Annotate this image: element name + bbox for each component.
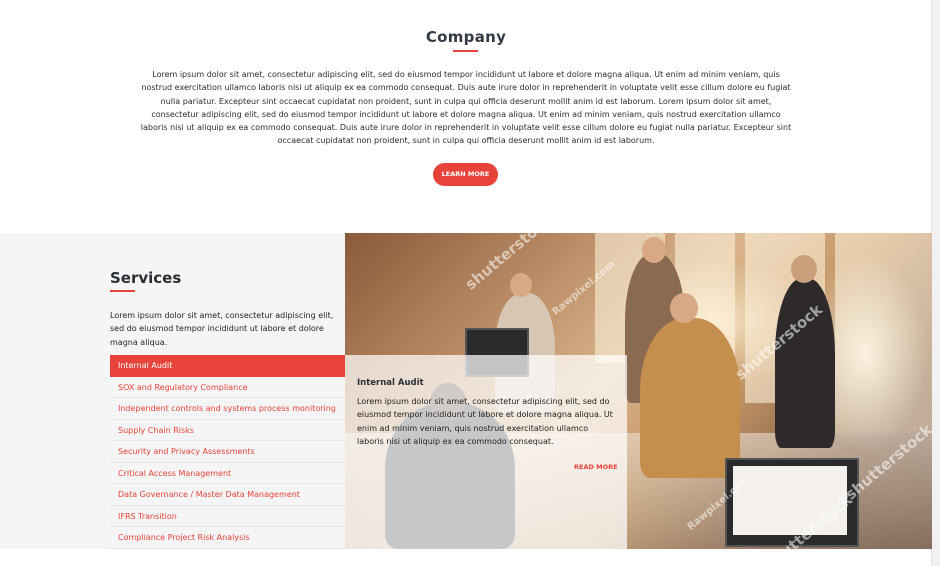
company-description: Lorem ipsum dolor sit amet, consectetur …: [140, 70, 792, 146]
service-detail-title: Internal Audit: [357, 378, 424, 388]
services-title: Services: [110, 269, 182, 287]
service-item-data-governance[interactable]: Data Governance / Master Data Management: [110, 484, 345, 506]
services-list: Internal Audit SOX and Regulatory Compli…: [110, 355, 345, 549]
photo-watermark: shutterstock: [461, 233, 556, 294]
person-figure: [640, 318, 740, 478]
service-detail-card: Internal Audit Lorem ipsum dolor sit ame…: [345, 355, 627, 549]
service-item-compliance-risk[interactable]: Compliance Project Risk Analysis: [110, 527, 345, 549]
service-item-sox-compliance[interactable]: SOX and Regulatory Compliance: [110, 377, 345, 398]
window-light: [835, 233, 932, 433]
services-section: Services Lorem ipsum dolor sit amet, con…: [0, 233, 932, 549]
services-title-underline: [110, 290, 135, 292]
service-item-security-privacy[interactable]: Security and Privacy Assessments: [110, 441, 345, 463]
person-head: [791, 255, 817, 283]
company-title-underline: [453, 50, 478, 52]
service-item-independent-controls[interactable]: Independent controls and systems process…: [110, 398, 345, 420]
read-more-link[interactable]: READ MORE: [574, 463, 618, 471]
person-head: [642, 237, 666, 263]
company-section: Company Lorem ipsum dolor sit amet, cons…: [0, 0, 932, 233]
service-item-internal-audit[interactable]: Internal Audit: [110, 355, 345, 377]
person-figure: [775, 278, 835, 448]
service-item-critical-access[interactable]: Critical Access Management: [110, 463, 345, 484]
person-head: [510, 273, 532, 297]
office-team-photo: shutterstock Rawpixel.com shutterstock s…: [345, 233, 932, 549]
service-detail-text: Lorem ipsum dolor sit amet, consectetur …: [357, 397, 613, 446]
service-item-supply-chain-risks[interactable]: Supply Chain Risks: [110, 420, 345, 441]
person-head: [670, 293, 698, 323]
services-intro: Lorem ipsum dolor sit amet, consectetur …: [110, 311, 334, 347]
service-item-ifrs-transition[interactable]: IFRS Transition: [110, 506, 345, 527]
company-title: Company: [425, 28, 507, 46]
learn-more-button[interactable]: LEARN MORE: [433, 163, 498, 186]
page-scrollbar[interactable]: [931, 0, 940, 566]
